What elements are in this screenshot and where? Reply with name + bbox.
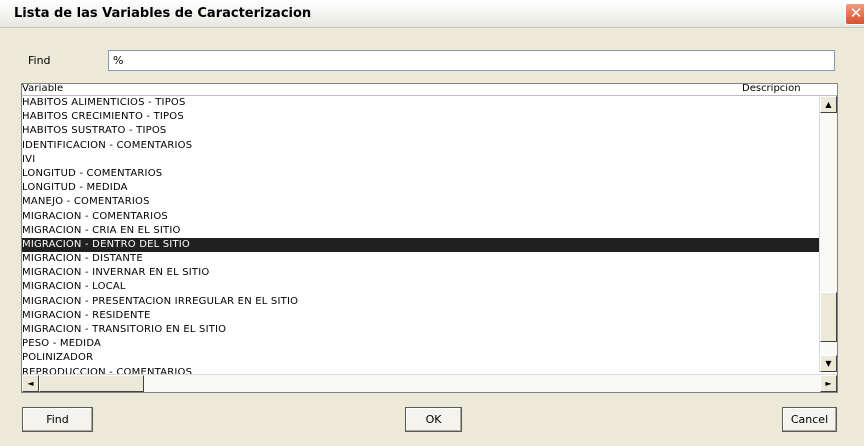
list-item[interactable]: IDENTIFICACION - COMENTARIOS	[22, 139, 819, 153]
list-item[interactable]: HABITOS CRECIMIENTO - TIPOS	[22, 110, 819, 124]
list-header: Variable Descripcion	[22, 84, 837, 96]
scroll-left-icon[interactable]: ◄	[22, 375, 39, 392]
list-item[interactable]: HABITOS SUSTRATO - TIPOS	[22, 124, 819, 138]
scroll-up-icon[interactable]: ▲	[820, 96, 837, 113]
scroll-down-icon[interactable]: ▼	[820, 355, 837, 372]
find-label: Find	[28, 54, 51, 67]
list-item[interactable]: MIGRACION - INVERNAR EN EL SITIO	[22, 266, 819, 280]
window-title: Lista de las Variables de Caracterizacio…	[14, 6, 312, 21]
list-item[interactable]: MANEJO - COMENTARIOS	[22, 195, 819, 209]
list-item[interactable]: IVI	[22, 153, 819, 167]
dialog-window: Lista de las Variables de Caracterizacio…	[0, 0, 864, 446]
list-item[interactable]: MIGRACION - RESIDENTE	[22, 309, 819, 323]
list-item[interactable]: PESO - MEDIDA	[22, 337, 819, 351]
scroll-right-icon[interactable]: ►	[820, 375, 837, 392]
vertical-scroll-thumb[interactable]	[820, 292, 837, 342]
list-item[interactable]: MIGRACION - CRIA EN EL SITIO	[22, 224, 819, 238]
variables-list: Variable Descripcion HABITOS ALIMENTICIO…	[21, 83, 838, 393]
column-header-variable[interactable]: Variable	[22, 84, 63, 94]
close-icon[interactable]: ✕	[845, 3, 864, 25]
column-header-descripcion[interactable]: Descripcion	[742, 84, 801, 94]
vertical-scrollbar[interactable]: ▲ ▼	[819, 96, 837, 372]
list-item-selected[interactable]: MIGRACION - DENTRO DEL SITIO	[22, 237, 819, 253]
find-button[interactable]: Find	[22, 407, 93, 432]
list-item[interactable]: MIGRACION - COMENTARIOS	[22, 210, 819, 224]
list-item[interactable]: MIGRACION - TRANSITORIO EN EL SITIO	[22, 323, 819, 337]
list-item[interactable]: HABITOS ALIMENTICIOS - TIPOS	[22, 96, 819, 110]
list-item[interactable]: LONGITUD - COMENTARIOS	[22, 167, 819, 181]
horizontal-scrollbar[interactable]: ◄ ►	[22, 374, 837, 392]
list-item[interactable]: LONGITUD - MEDIDA	[22, 181, 819, 195]
cancel-button[interactable]: Cancel	[782, 407, 837, 432]
ok-button[interactable]: OK	[405, 407, 462, 432]
list-item[interactable]: MIGRACION - PRESENTACION IRREGULAR EN EL…	[22, 295, 819, 309]
title-bar: Lista de las Variables de Caracterizacio…	[0, 0, 864, 28]
horizontal-scroll-thumb[interactable]	[39, 375, 144, 392]
find-input[interactable]	[108, 50, 835, 71]
list-item[interactable]: MIGRACION - LOCAL	[22, 280, 819, 294]
list-rows: HABITOS ALIMENTICIOS - TIPOS HABITOS CREC…	[22, 96, 819, 380]
list-item[interactable]: MIGRACION - DISTANTE	[22, 252, 819, 266]
list-item[interactable]: POLINIZADOR	[22, 351, 819, 365]
